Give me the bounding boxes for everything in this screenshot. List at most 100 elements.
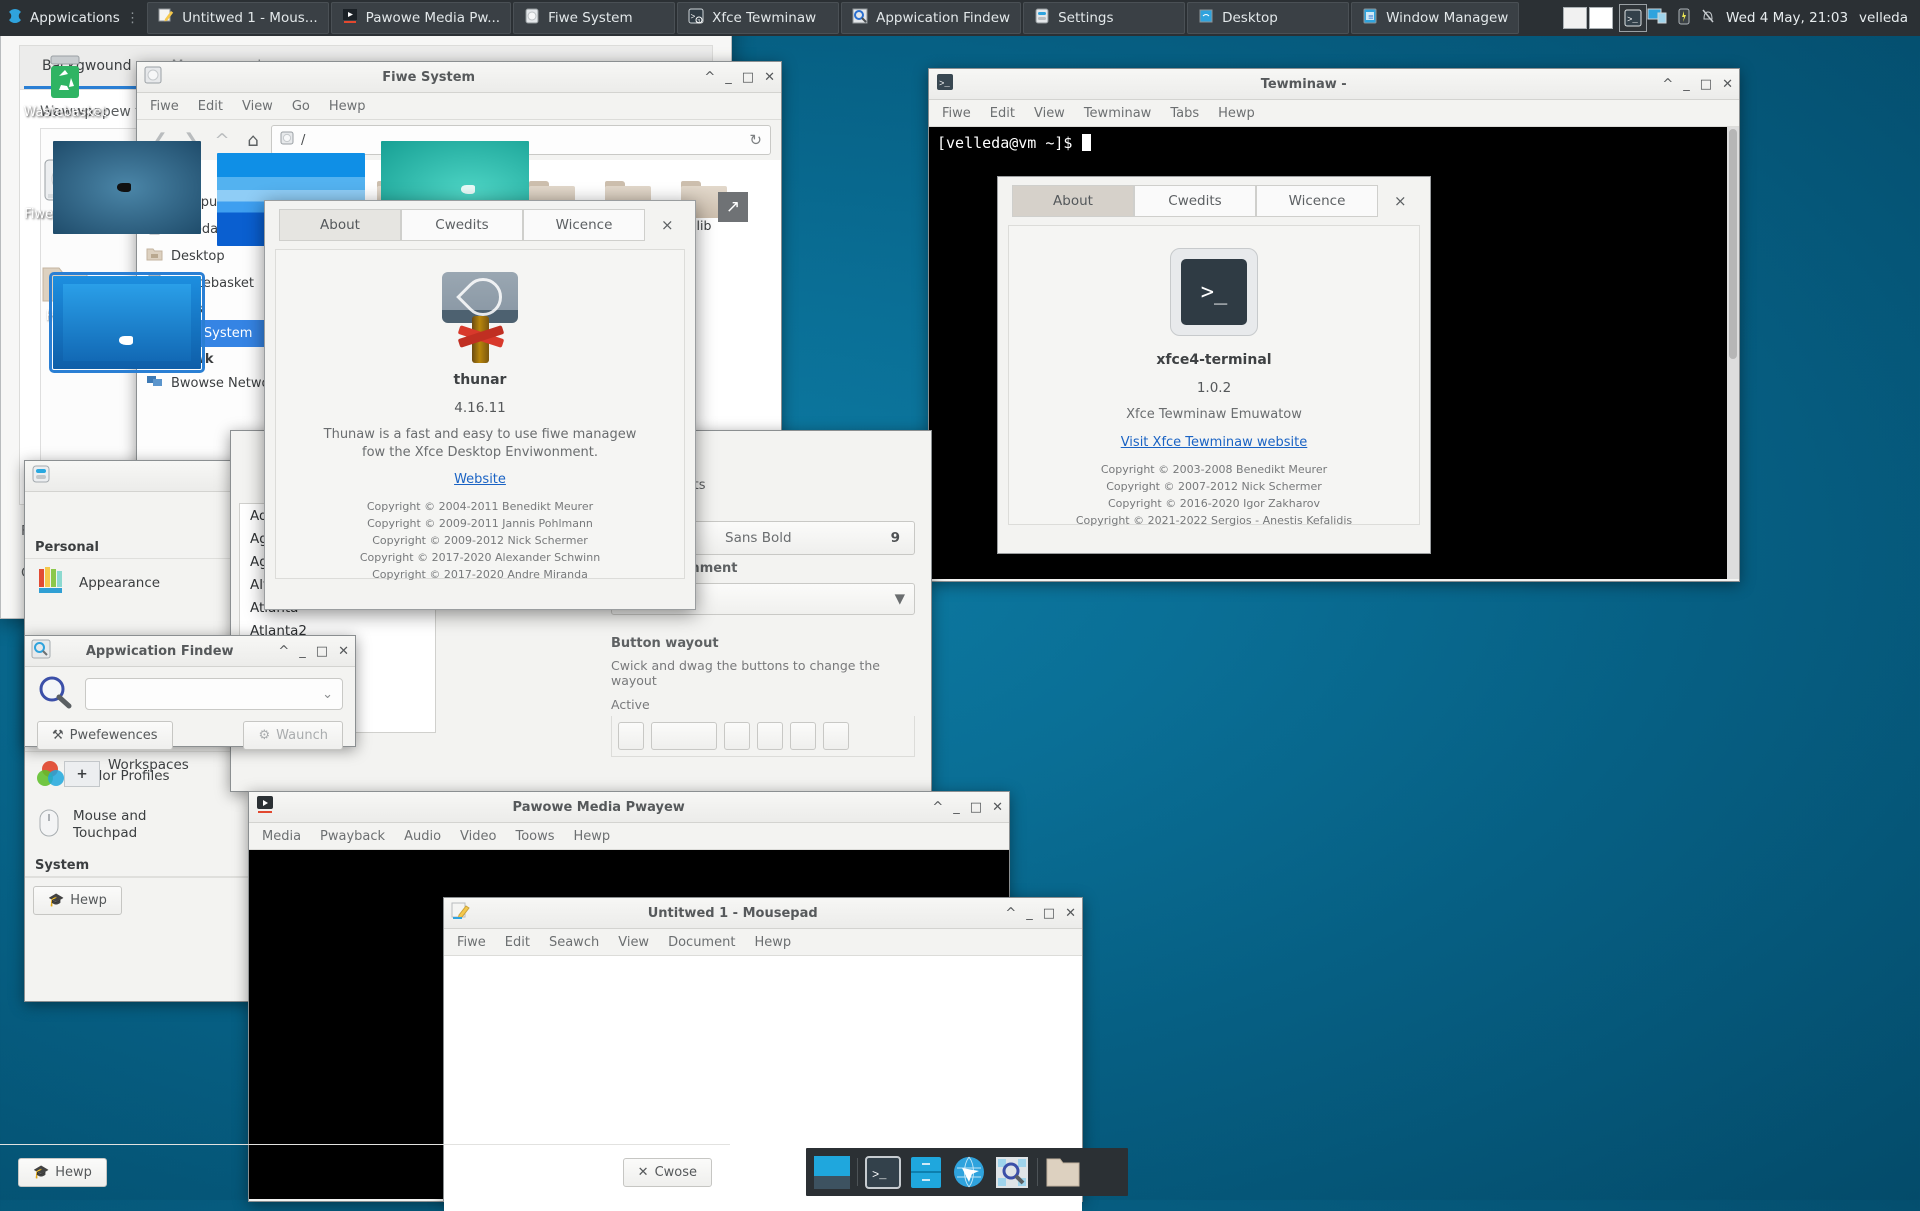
minimize-button[interactable]: _ bbox=[299, 644, 306, 659]
desktop-icon-wastebasket[interactable]: Wastebasket bbox=[6, 48, 124, 120]
layout-button[interactable] bbox=[724, 722, 750, 750]
close-icon[interactable]: × bbox=[1394, 192, 1407, 210]
layout-button[interactable] bbox=[618, 722, 644, 750]
close-button[interactable]: ✕ bbox=[1722, 77, 1733, 92]
menu-file[interactable]: Fiwe bbox=[457, 935, 486, 950]
wallpaper-thumb-selected[interactable] bbox=[49, 272, 205, 373]
tab-credits[interactable]: Cwedits bbox=[1134, 185, 1256, 217]
menu-audio[interactable]: Audio bbox=[404, 829, 441, 844]
menu-document[interactable]: Document bbox=[668, 935, 735, 950]
maximize-button[interactable]: □ bbox=[316, 644, 328, 659]
home-icon[interactable]: ⌂ bbox=[240, 127, 266, 153]
menu-file[interactable]: Fiwe bbox=[942, 106, 971, 121]
shade-button[interactable]: ^ bbox=[278, 644, 289, 659]
menu-playback[interactable]: Pwayback bbox=[320, 829, 385, 844]
dock[interactable]: >_ bbox=[806, 1148, 1128, 1196]
website-link[interactable]: Visit Xfce Tewminaw website bbox=[1121, 435, 1308, 450]
task-button-terminal[interactable]: >3 Xfce Tewminaw bbox=[677, 2, 840, 34]
task-button-filesystem[interactable]: Fiwe System bbox=[513, 2, 676, 34]
tab-about[interactable]: About bbox=[279, 209, 401, 241]
minimize-button[interactable]: _ bbox=[725, 70, 732, 85]
close-button[interactable]: ✕ bbox=[1065, 906, 1076, 921]
reload-icon[interactable]: ↻ bbox=[749, 131, 762, 149]
menu-edit[interactable]: Edit bbox=[198, 99, 223, 114]
task-button-desktop[interactable]: Desktop bbox=[1187, 2, 1350, 34]
thunar-titlebar[interactable]: Fiwe System ^ _ □ ✕ bbox=[137, 62, 781, 93]
file-manager-icon[interactable] bbox=[1045, 1156, 1081, 1189]
notification-bell-icon[interactable] bbox=[1701, 7, 1715, 29]
workspace-1[interactable] bbox=[1563, 7, 1588, 29]
settings-item-workspaces[interactable]: + Workspaces bbox=[64, 757, 189, 787]
about-tabrow[interactable]: About Cwedits Wicence × bbox=[265, 201, 695, 241]
app-finder-icon[interactable] bbox=[994, 1156, 1030, 1189]
file-cabinet-icon[interactable] bbox=[908, 1156, 944, 1189]
menu-help[interactable]: Hewp bbox=[754, 935, 791, 950]
menu-terminal[interactable]: Tewminaw bbox=[1084, 106, 1151, 121]
menu-view[interactable]: View bbox=[618, 935, 649, 950]
menu-view[interactable]: View bbox=[242, 99, 273, 114]
maximize-button[interactable]: □ bbox=[1700, 77, 1712, 92]
maximize-button[interactable]: □ bbox=[970, 800, 982, 815]
task-button-settings[interactable]: Settings bbox=[1023, 2, 1186, 34]
application-finder-window[interactable]: Appwication Findew ^ _ □ ✕ ⌄ ⚒ Pwefewenc… bbox=[24, 635, 356, 750]
menu-edit[interactable]: Edit bbox=[990, 106, 1015, 121]
chevron-down-icon[interactable]: ⌄ bbox=[322, 687, 333, 702]
parole-titlebar[interactable]: Pawowe Media Pwayew ^ _ □ ✕ bbox=[249, 792, 1009, 823]
shade-button[interactable]: ^ bbox=[1662, 77, 1673, 92]
about-tabrow[interactable]: About Cwedits Wicence × bbox=[998, 177, 1430, 217]
terminal-about-dialog[interactable]: About Cwedits Wicence × >_ xfce4-termina… bbox=[997, 176, 1431, 554]
settings-item-mouse-touchpad[interactable]: Mouse and Touchpad bbox=[25, 800, 255, 850]
search-input[interactable]: ⌄ bbox=[85, 678, 343, 710]
menu-media[interactable]: Media bbox=[262, 829, 301, 844]
up-icon[interactable]: ^ bbox=[209, 127, 235, 153]
close-button[interactable]: ✕ bbox=[764, 70, 775, 85]
website-link[interactable]: Website bbox=[454, 472, 506, 487]
settings-titlebar[interactable] bbox=[25, 461, 255, 492]
close-button[interactable]: ✕ bbox=[338, 644, 349, 659]
menu-tabs[interactable]: Tabs bbox=[1170, 106, 1199, 121]
shade-button[interactable]: ^ bbox=[1005, 906, 1016, 921]
task-button-window-manager[interactable]: ≡ Window Managew bbox=[1351, 2, 1520, 34]
mousepad-titlebar[interactable]: Untitwed 1 - Mousepad ^ _ □ ✕ bbox=[444, 898, 1082, 929]
help-button[interactable]: 🎓 Hewp bbox=[18, 1158, 107, 1187]
applications-menu-button[interactable]: Appwications ⋮ bbox=[0, 0, 147, 36]
task-button-mousepad[interactable]: Untitwed 1 - Mous... bbox=[147, 2, 329, 34]
mousepad-menubar[interactable]: Fiwe Edit Seawch View Document Hewp bbox=[444, 929, 1082, 956]
menu-edit[interactable]: Edit bbox=[505, 935, 530, 950]
shade-button[interactable]: ^ bbox=[704, 70, 715, 85]
parole-menubar[interactable]: Media Pwayback Audio Video Toows Hewp bbox=[249, 823, 1009, 850]
tab-licence[interactable]: Wicence bbox=[523, 209, 645, 241]
place-desktop[interactable]: Desktop bbox=[137, 243, 282, 270]
menu-search[interactable]: Seawch bbox=[549, 935, 599, 950]
layout-button[interactable] bbox=[757, 722, 783, 750]
minimize-button[interactable]: _ bbox=[1026, 906, 1033, 921]
tab-about[interactable]: About bbox=[1012, 185, 1134, 217]
layout-button[interactable] bbox=[823, 722, 849, 750]
clock[interactable]: Wed 4 May, 21:03 bbox=[1726, 10, 1848, 26]
tab-licence[interactable]: Wicence bbox=[1256, 185, 1378, 217]
wallpaper-thumb[interactable] bbox=[53, 141, 201, 234]
layout-title-spacer[interactable] bbox=[651, 722, 717, 750]
window-tasklist[interactable]: Untitwed 1 - Mous... Pawowe Media Pw... … bbox=[147, 0, 1557, 36]
username[interactable]: velleda bbox=[1859, 10, 1908, 26]
tab-credits[interactable]: Cwedits bbox=[401, 209, 523, 241]
task-button-parole[interactable]: Pawowe Media Pw... bbox=[330, 2, 512, 34]
workspace-switcher[interactable] bbox=[1557, 7, 1619, 29]
menu-go[interactable]: Go bbox=[292, 99, 310, 114]
display-icon[interactable] bbox=[1647, 7, 1667, 29]
menu-help[interactable]: Hewp bbox=[574, 829, 611, 844]
close-button[interactable]: ✕ bbox=[992, 800, 1003, 815]
settings-item-appearance[interactable]: Appearance bbox=[25, 559, 255, 607]
finder-titlebar[interactable]: Appwication Findew ^ _ □ ✕ bbox=[25, 636, 355, 667]
menu-file[interactable]: Fiwe bbox=[150, 99, 179, 114]
thunar-menubar[interactable]: Fiwe Edit View Go Hewp bbox=[137, 93, 781, 120]
minimize-button[interactable]: _ bbox=[1683, 77, 1690, 92]
launch-button[interactable]: ⚙ Waunch bbox=[243, 721, 343, 750]
layout-button[interactable] bbox=[790, 722, 816, 750]
close-icon[interactable]: × bbox=[661, 216, 674, 234]
top-panel[interactable]: Appwications ⋮ Untitwed 1 - Mous... Pawo… bbox=[0, 0, 1920, 36]
panel-systray[interactable]: Wed 4 May, 21:03 velleda bbox=[1647, 0, 1920, 36]
thunar-about-dialog[interactable]: About Cwedits Wicence × thunar 4.16.11 T… bbox=[264, 200, 696, 610]
preferences-button[interactable]: ⚒ Pwefewences bbox=[37, 721, 173, 750]
show-desktop-button[interactable]: >_ bbox=[1619, 4, 1648, 32]
